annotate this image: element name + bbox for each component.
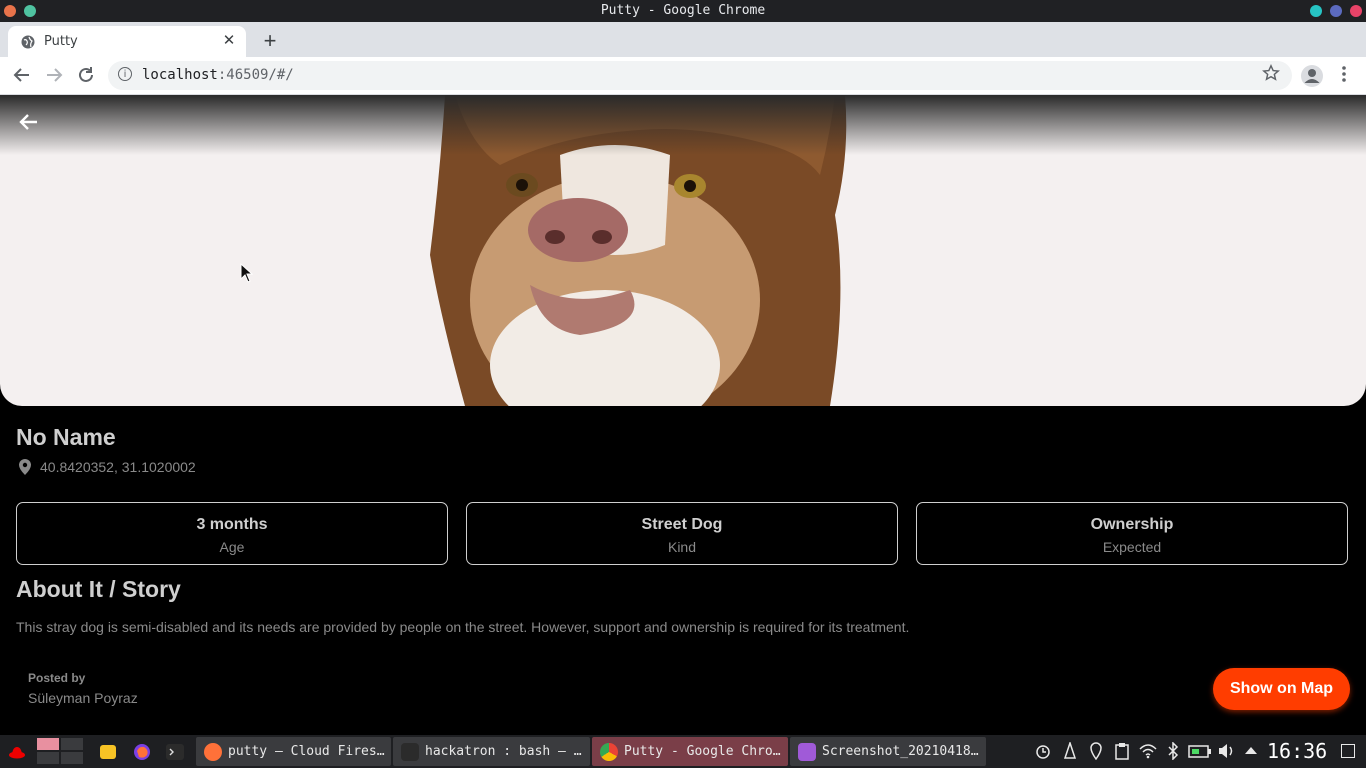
task-label: Screenshot_20210418… [822, 744, 979, 759]
wifi-icon[interactable] [1138, 742, 1158, 760]
close-window-button[interactable] [1350, 5, 1362, 17]
url-text[interactable]: localhost:46509/#/ [142, 67, 294, 83]
window-titlebar: Putty - Google Chrome [0, 0, 1366, 22]
url-path: :46509/#/ [217, 67, 294, 83]
window-title: Putty - Google Chrome [600, 3, 766, 18]
screenshot-tool-icon [798, 743, 816, 761]
stat-card-ownership: Ownership Expected [916, 502, 1348, 565]
bookmark-star-icon[interactable] [1262, 64, 1280, 82]
story-text: This stray dog is semi-disabled and its … [16, 619, 910, 635]
forward-arrow-icon[interactable] [42, 64, 66, 86]
globe-icon [21, 35, 35, 49]
files-icon[interactable] [99, 743, 117, 761]
location-coordinates: 40.8420352, 31.1020002 [40, 459, 196, 475]
posted-by-label: Posted by [28, 671, 86, 685]
page-content: No Name 40.8420352, 31.1020002 3 months … [0, 95, 1366, 735]
terminal-icon[interactable] [166, 743, 184, 761]
firefox-icon [204, 743, 222, 761]
task-label: Putty - Google Chro… [624, 744, 781, 759]
os-taskbar: putty – Cloud Fires… hackatron : bash — … [0, 735, 1366, 768]
chrome-icon [600, 743, 618, 761]
system-clock[interactable]: 16:36 [1267, 739, 1327, 763]
tab-close-icon[interactable]: ✕ [220, 31, 238, 49]
stat-card-kind: Street Dog Kind [466, 502, 898, 565]
show-on-map-button[interactable]: Show on Map [1213, 668, 1350, 710]
about-heading: About It / Story [16, 576, 181, 602]
workspace-1[interactable] [36, 737, 60, 751]
new-tab-button[interactable]: + [258, 28, 282, 54]
clipboard-icon[interactable] [1114, 742, 1130, 760]
address-bar[interactable]: i localhost:46509/#/ [108, 61, 1292, 90]
location-pin-icon[interactable] [1089, 742, 1103, 760]
workspace-3[interactable] [36, 751, 60, 765]
site-info-icon[interactable]: i [118, 67, 132, 81]
task-hackatron-bash[interactable]: hackatron : bash — … [393, 737, 590, 766]
profile-avatar-icon[interactable] [1301, 65, 1323, 87]
location-pin-icon [19, 459, 31, 475]
reload-icon[interactable] [74, 64, 98, 86]
stat-value: Street Dog [641, 516, 723, 533]
alarm-icon[interactable] [1035, 742, 1051, 760]
volume-icon[interactable] [1217, 742, 1235, 760]
poster-name: Süleyman Poyraz [28, 690, 138, 706]
browser-tab-putty[interactable]: Putty ✕ [8, 26, 246, 57]
hero-top-gradient [0, 95, 1366, 155]
back-arrow-icon[interactable] [16, 109, 42, 135]
pet-location: 40.8420352, 31.1020002 [18, 459, 196, 475]
stat-label: Expected [1102, 539, 1162, 555]
url-host: localhost [142, 67, 218, 83]
task-putty-firestore[interactable]: putty – Cloud Fires… [196, 737, 391, 766]
workspace-switcher[interactable] [36, 737, 84, 765]
maximize-button[interactable] [1330, 5, 1342, 17]
stat-value: Ownership [1090, 516, 1174, 533]
stat-card-age: 3 months Age [16, 502, 448, 565]
task-putty-chrome[interactable]: Putty - Google Chro… [592, 737, 788, 766]
chevron-up-icon[interactable] [1244, 742, 1258, 760]
browser-toolbar: i localhost:46509/#/ [0, 57, 1366, 95]
stat-label: Kind [667, 539, 697, 555]
bluetooth-icon[interactable] [1166, 742, 1180, 760]
terminal-icon [401, 743, 419, 761]
browser-menu-icon[interactable] [1337, 63, 1351, 85]
workspace-2[interactable] [60, 737, 84, 751]
workspace-4[interactable] [60, 751, 84, 765]
redhat-menu-icon[interactable] [8, 743, 26, 761]
pet-name: No Name [16, 424, 116, 450]
firefox-icon[interactable] [133, 743, 151, 761]
pet-hero-image [0, 95, 1366, 406]
tab-title: Putty [44, 34, 78, 49]
task-screenshot[interactable]: Screenshot_20210418… [790, 737, 986, 766]
window-controls [1310, 5, 1362, 17]
stat-label: Age [219, 539, 245, 555]
task-label: putty – Cloud Fires… [228, 744, 385, 759]
vlc-cone-icon[interactable] [1062, 742, 1078, 760]
battery-icon[interactable] [1188, 742, 1212, 760]
back-arrow-icon[interactable] [10, 64, 34, 86]
stat-value: 3 months [196, 516, 268, 533]
show-desktop-button[interactable] [1341, 744, 1355, 758]
mouse-cursor-icon [240, 263, 254, 283]
minimize-button[interactable] [1310, 5, 1322, 17]
task-label: hackatron : bash — … [425, 744, 582, 759]
tab-strip: Putty ✕ + [0, 22, 1366, 57]
